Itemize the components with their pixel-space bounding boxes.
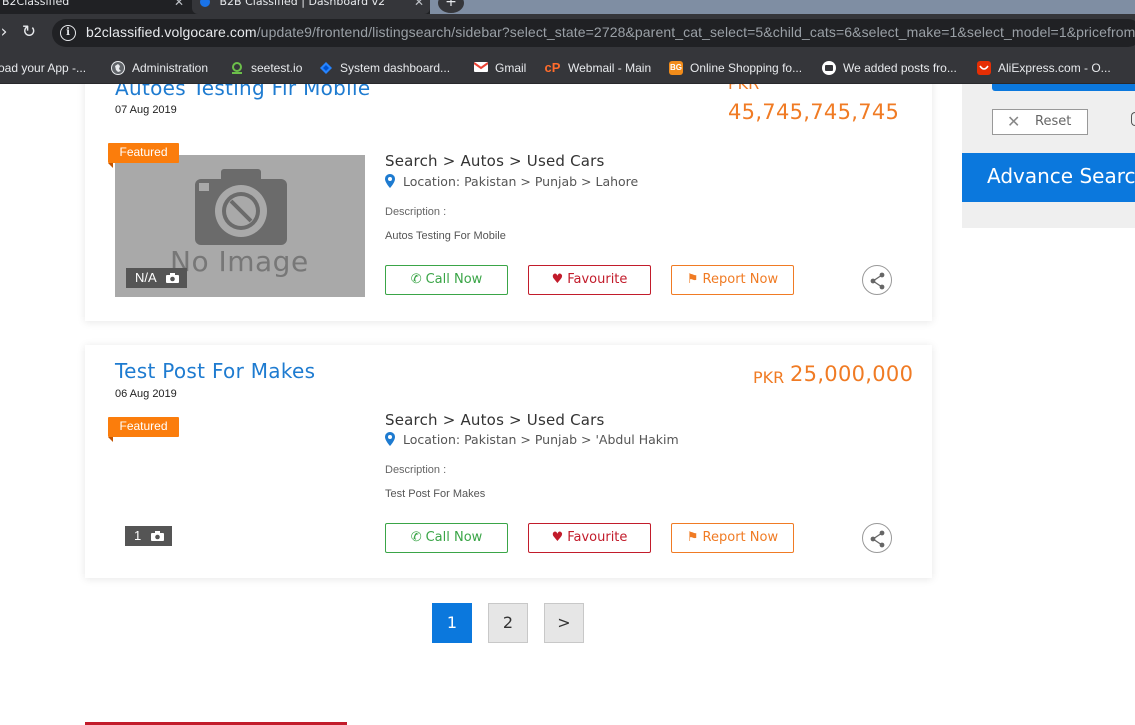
cpanel-icon: cP	[544, 59, 561, 75]
bookmark-item[interactable]: We added posts fro...	[822, 58, 957, 78]
bookmark-item[interactable]: cP Webmail - Main	[544, 58, 652, 78]
description-label: Description :	[385, 206, 447, 218]
report-now-button[interactable]: ⚑ Report Now	[671, 265, 794, 295]
category-breadcrumb[interactable]: Search > Autos > Used Cars	[385, 411, 605, 429]
search-button-edge[interactable]	[992, 84, 1135, 91]
tabstrip-empty-area	[430, 0, 1135, 14]
bg-icon: BG	[669, 60, 683, 75]
bookmark-item[interactable]: Administration	[111, 58, 208, 78]
featured-badge: Featured	[108, 417, 179, 442]
listing-location: Location: Pakistan > Punjab > Lahore	[385, 174, 638, 189]
phone-icon: ✆	[410, 530, 422, 545]
bookmark-item[interactable]: BG Online Shopping fo...	[669, 58, 802, 78]
close-icon: ✕	[1007, 112, 1021, 131]
share-button[interactable]	[862, 523, 892, 553]
site-favicon-icon	[200, 0, 210, 7]
price-currency: PKR	[728, 84, 759, 93]
gmail-icon	[473, 61, 489, 75]
address-bar[interactable]: i b2classified.volgocare.com/update9/fro…	[52, 19, 1135, 47]
phone-icon: ✆	[410, 272, 422, 287]
price-currency: PKR	[753, 368, 785, 387]
camera-icon	[165, 273, 179, 283]
camera-icon	[150, 531, 164, 541]
close-icon[interactable]: ✕	[174, 0, 184, 10]
listing-title[interactable]: Autoes Testing Fir Mobile	[115, 84, 370, 100]
no-image-text: No Image	[170, 245, 309, 278]
photo-count-badge: 1	[125, 526, 172, 546]
tab-title: B2Classified	[2, 0, 70, 8]
bookmarks-bar: oad your App -... Administration seetest…	[0, 52, 1135, 84]
reset-button[interactable]: ✕ Reset	[992, 109, 1088, 135]
no-image-camera-icon	[195, 169, 287, 245]
description-label: Description :	[385, 464, 447, 476]
price-value: 45,745,745,745	[728, 100, 900, 124]
flag-icon: ⚑	[686, 530, 699, 545]
featured-badge: Featured	[108, 143, 179, 168]
pagination-page-2[interactable]: 2	[488, 603, 528, 643]
bookmark-item[interactable]: System dashboard...	[319, 58, 450, 78]
description-text: Test Post For Makes	[385, 488, 486, 500]
browser-toolbar: › ↻ i b2classified.volgocare.com/update9…	[0, 14, 1135, 52]
description-text: Autos Testing For Mobile	[385, 230, 506, 242]
map-pin-icon	[385, 432, 395, 446]
call-now-button[interactable]: ✆ Call Now	[385, 523, 508, 553]
share-button[interactable]	[862, 265, 892, 295]
report-now-button[interactable]: ⚑ Report Now	[671, 523, 794, 553]
share-icon	[870, 272, 885, 290]
browser-tabstrip: B2Classified ✕ B2B Classified | Dashboar…	[0, 0, 1135, 14]
page-viewport: Autoes Testing Fir Mobile 07 Aug 2019 PK…	[0, 84, 1135, 725]
seetest-icon	[230, 61, 244, 75]
bookmark-item[interactable]: oad your App -...	[0, 58, 86, 78]
heart-icon: ♥	[551, 530, 564, 545]
forward-icon[interactable]: ›	[0, 22, 14, 42]
listing-date: 07 Aug 2019	[115, 104, 177, 116]
heart-icon: ♥	[551, 272, 564, 287]
bookmark-item[interactable]: Gmail	[473, 58, 526, 78]
advance-search-header[interactable]: Advance Search	[962, 153, 1135, 202]
browser-tab-active[interactable]: B2B Classified | Dashboard v2 ✕	[192, 0, 430, 14]
pagination-current-page[interactable]: 1	[432, 603, 472, 643]
aliexpress-icon	[977, 60, 991, 75]
site-info-icon[interactable]: i	[60, 25, 76, 41]
listing-thumbnail[interactable]: No Image N/A	[115, 155, 365, 297]
favourite-button[interactable]: ♥ Favourite	[528, 265, 651, 295]
category-breadcrumb[interactable]: Search > Autos > Used Cars	[385, 152, 605, 170]
photo-count: N/A	[135, 270, 156, 285]
listing-card: Test Post For Makes 06 Aug 2019 PKR 25,0…	[85, 345, 932, 578]
share-icon	[870, 530, 885, 548]
sidebar-edge-icon[interactable]	[1131, 112, 1135, 126]
listing-location: Location: Pakistan > Punjab > 'Abdul Hak…	[385, 432, 679, 447]
favourite-button[interactable]: ♥ Favourite	[528, 523, 651, 553]
listing-title[interactable]: Test Post For Makes	[115, 359, 315, 383]
call-now-button[interactable]: ✆ Call Now	[385, 265, 508, 295]
map-pin-icon	[385, 174, 395, 188]
flag-icon: ⚑	[686, 272, 699, 287]
photo-count: 1	[134, 528, 142, 543]
url-text[interactable]: b2classified.volgocare.com/update9/front…	[86, 24, 1135, 40]
tab-title: B2B Classified | Dashboard v2	[219, 0, 386, 8]
jira-icon	[319, 61, 333, 75]
messenger-icon	[822, 60, 836, 75]
reload-icon[interactable]: ↻	[19, 22, 39, 42]
bookmark-item[interactable]: AliExpress.com - O...	[977, 58, 1111, 78]
browser-tab[interactable]: B2Classified ✕	[0, 0, 190, 14]
listing-date: 06 Aug 2019	[115, 388, 177, 400]
close-icon[interactable]: ✕	[414, 0, 424, 10]
globe-icon	[111, 60, 125, 75]
price-value: 25,000,000	[790, 362, 914, 386]
photo-count-badge: N/A	[126, 268, 187, 288]
pagination-next[interactable]: >	[544, 603, 584, 643]
listing-card: Autoes Testing Fir Mobile 07 Aug 2019 PK…	[85, 84, 932, 321]
bookmark-item[interactable]: seetest.io	[230, 58, 302, 78]
